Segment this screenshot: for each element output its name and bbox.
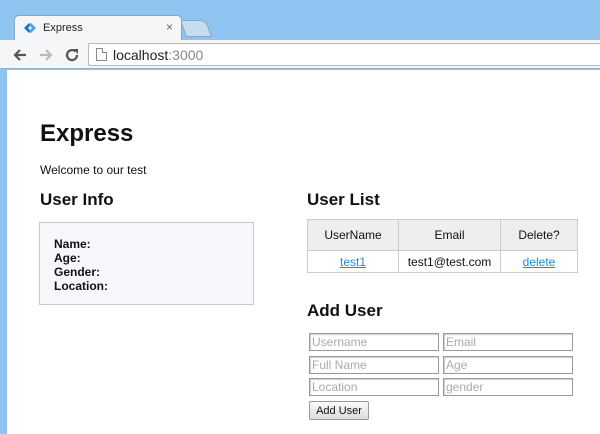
add-user-heading: Add User [307, 301, 383, 320]
info-name-label: Name: [54, 237, 91, 251]
browser-chrome: Express × localhost:3000 [0, 0, 600, 70]
browser-tab[interactable]: Express × [14, 15, 182, 41]
page-title: Express [40, 120, 134, 147]
username-cell: test1 [307, 250, 399, 273]
page-icon [96, 48, 107, 61]
info-age-label: Age: [54, 251, 81, 265]
delete-cell: delete [500, 250, 578, 273]
close-icon[interactable]: × [166, 20, 173, 34]
new-tab-button[interactable] [179, 20, 213, 37]
user-list-table: UserName Email Delete? test1 test1@test.… [307, 219, 578, 273]
url-port: :3000 [168, 47, 204, 63]
info-gender-label: Gender: [54, 265, 101, 279]
table-row: test1 test1@test.com delete [307, 250, 578, 273]
url-text: localhost:3000 [113, 47, 203, 63]
column-header-email: Email [398, 219, 501, 251]
age-input[interactable] [443, 356, 573, 374]
gender-input[interactable] [443, 378, 573, 396]
delete-link[interactable]: delete [523, 255, 556, 269]
column-header-username: UserName [307, 219, 399, 251]
location-input[interactable] [309, 378, 439, 396]
browser-toolbar: localhost:3000 [0, 40, 600, 69]
email-cell: test1@test.com [398, 250, 501, 273]
username-input[interactable] [309, 333, 439, 351]
tab-title: Express [43, 22, 83, 34]
username-link[interactable]: test1 [340, 255, 366, 269]
column-header-delete: Delete? [500, 219, 578, 251]
page-viewport: Express Welcome to our test User Info Na… [7, 70, 600, 434]
arrow-left-icon[interactable] [10, 45, 30, 65]
express-icon [24, 23, 36, 33]
add-user-button[interactable]: Add User [309, 401, 369, 420]
welcome-text: Welcome to our test [40, 163, 147, 177]
page-content: Express Welcome to our test User Info Na… [7, 70, 600, 434]
reload-icon[interactable] [62, 45, 82, 65]
user-info-panel: Name: Age: Gender: Location: [39, 222, 254, 305]
arrow-right-icon[interactable] [36, 45, 56, 65]
address-bar[interactable]: localhost:3000 [88, 43, 600, 66]
fullname-input[interactable] [309, 356, 439, 374]
table-header-row: UserName Email Delete? [307, 219, 578, 251]
user-info-heading: User Info [40, 190, 114, 209]
email-input[interactable] [443, 333, 573, 351]
info-location-label: Location: [54, 279, 108, 293]
user-list-heading: User List [307, 190, 380, 209]
url-host: localhost [113, 47, 169, 63]
